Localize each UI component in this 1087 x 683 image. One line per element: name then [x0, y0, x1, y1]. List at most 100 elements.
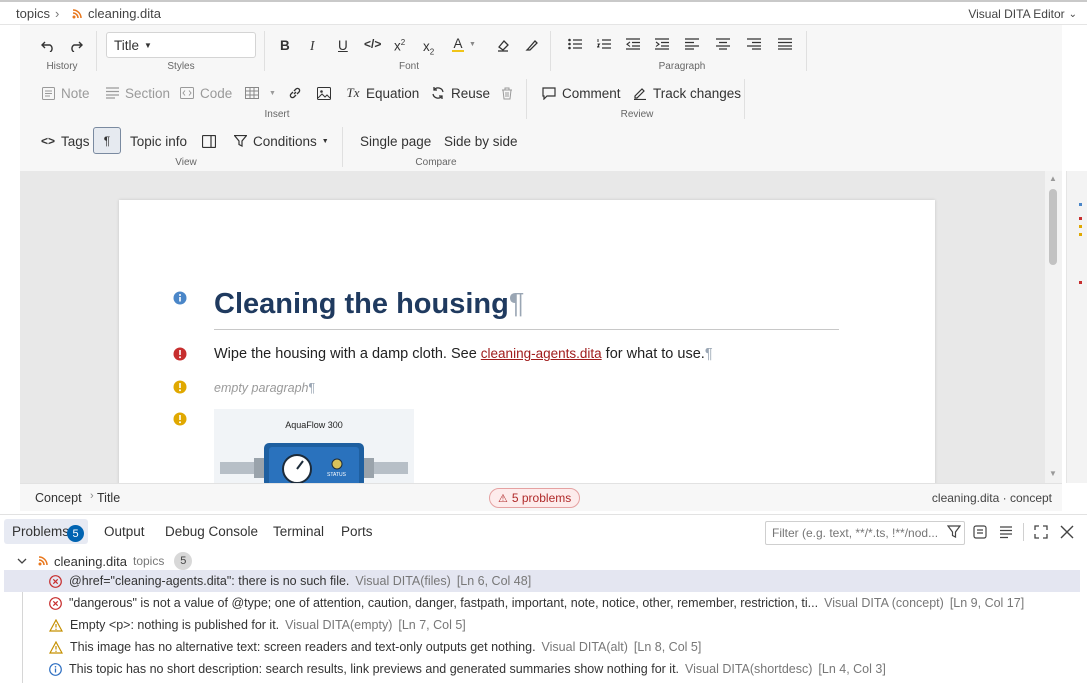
- chevron-down-icon: ⌄: [1068, 8, 1077, 20]
- indent-button[interactable]: [655, 38, 669, 50]
- scroll-down-icon[interactable]: ▼: [1049, 469, 1057, 478]
- collapse-all-icon[interactable]: [973, 525, 987, 539]
- outdent-button[interactable]: [626, 38, 640, 50]
- font-color-button[interactable]: A ▼: [452, 36, 476, 52]
- filter-icon[interactable]: [947, 525, 961, 539]
- subscript-button[interactable]: x2: [423, 39, 434, 57]
- reuse-button[interactable]: Reuse: [430, 85, 490, 101]
- align-left-button[interactable]: [685, 38, 699, 50]
- scrollbar-thumb[interactable]: [1049, 189, 1057, 265]
- justify-button[interactable]: [778, 38, 792, 50]
- paragraph[interactable]: Wipe the housing with a damp cloth. See …: [214, 346, 713, 362]
- editor-scrollbar[interactable]: ▲ ▼: [1045, 171, 1062, 483]
- divider: [1023, 523, 1024, 541]
- problem-row[interactable]: This image has no alternative text: scre…: [4, 636, 1080, 658]
- editor-canvas: Cleaning the housing¶ Wipe the housing w…: [20, 171, 1062, 483]
- problems-filter-input[interactable]: [765, 521, 965, 545]
- problems-file-group[interactable]: cleaning.dita topics 5: [16, 551, 193, 571]
- section-icon: [104, 85, 120, 101]
- side-panel-toggle[interactable]: [201, 133, 217, 149]
- insert-section-button[interactable]: Section: [104, 85, 170, 101]
- problem-message: This image has no alternative text: scre…: [70, 640, 536, 654]
- scroll-up-icon[interactable]: ▲: [1049, 174, 1057, 183]
- equation-icon: Tx: [346, 85, 360, 100]
- insert-equation-button[interactable]: Tx Equation: [345, 85, 420, 101]
- underline-button[interactable]: U: [338, 38, 348, 53]
- topic-title[interactable]: Cleaning the housing¶: [214, 288, 524, 321]
- problem-row[interactable]: @href="cleaning-agents.dita": there is n…: [4, 570, 1080, 592]
- problem-message: @href="cleaning-agents.dita": there is n…: [69, 574, 350, 588]
- tab-terminal[interactable]: Terminal: [273, 524, 324, 539]
- delete-button[interactable]: [499, 85, 515, 101]
- overview-ruler[interactable]: [1066, 171, 1087, 483]
- insert-link-button[interactable]: [287, 85, 303, 101]
- insert-image-button[interactable]: [316, 85, 332, 101]
- single-page-button[interactable]: Single page: [360, 134, 431, 149]
- conditions-button[interactable]: Conditions ▼: [232, 133, 329, 149]
- bullet-list-button[interactable]: [568, 38, 582, 50]
- insert-table-button[interactable]: ▼: [244, 85, 276, 101]
- problem-row[interactable]: This topic has no short description: sea…: [4, 658, 1080, 680]
- highlight-button[interactable]: [496, 38, 510, 52]
- pencil-icon: [632, 85, 648, 101]
- problems-badge[interactable]: ⚠ 5 problems: [489, 488, 581, 508]
- warning-marker-icon[interactable]: [173, 380, 187, 394]
- breadcrumb-file[interactable]: cleaning.dita: [88, 6, 161, 21]
- redo-button[interactable]: [68, 38, 84, 54]
- topic-info-button[interactable]: Topic info: [130, 134, 187, 149]
- editor-switcher[interactable]: Visual DITA Editor ⌄: [968, 7, 1077, 21]
- insert-note-button[interactable]: Note: [40, 85, 90, 101]
- warning-marker-icon[interactable]: [173, 412, 187, 426]
- align-right-button[interactable]: [747, 38, 761, 50]
- divider: [96, 31, 97, 71]
- clear-format-button[interactable]: [525, 38, 539, 52]
- bold-button[interactable]: B: [280, 38, 290, 53]
- inline-code-button[interactable]: </>: [364, 37, 381, 51]
- bold-icon: B: [280, 38, 290, 53]
- side-by-side-button[interactable]: Side by side: [444, 134, 518, 149]
- error-marker-icon[interactable]: [173, 347, 187, 361]
- numbered-list-button[interactable]: [597, 38, 611, 50]
- italic-button[interactable]: I: [310, 38, 315, 54]
- tab-output[interactable]: Output: [104, 524, 145, 539]
- show-formatting-toggle[interactable]: ¶: [93, 127, 121, 154]
- info-marker-icon[interactable]: [173, 291, 187, 305]
- filter-icon: [232, 133, 248, 149]
- align-center-button[interactable]: [716, 38, 730, 50]
- undo-button[interactable]: [40, 38, 56, 54]
- chevron-right-icon: ›: [90, 490, 94, 502]
- status-crumb-concept[interactable]: Concept: [35, 491, 82, 505]
- breadcrumb-chevron-icon: ›: [55, 6, 60, 21]
- tab-problems[interactable]: Problems: [12, 524, 69, 539]
- caret-down-icon: ▼: [469, 40, 476, 48]
- tags-button[interactable]: <> Tags: [40, 133, 90, 149]
- tab-ports[interactable]: Ports: [341, 524, 373, 539]
- problem-row[interactable]: "dangerous" is not a value of @type; one…: [4, 592, 1080, 614]
- status-crumb-title[interactable]: Title: [97, 491, 120, 505]
- track-changes-button[interactable]: Track changes: [632, 85, 741, 101]
- superscript-button[interactable]: x2: [394, 38, 405, 54]
- view-as-list-icon[interactable]: [999, 525, 1013, 539]
- document-page[interactable]: Cleaning the housing¶ Wipe the housing w…: [119, 200, 935, 483]
- maximize-panel-icon[interactable]: [1034, 525, 1048, 539]
- comment-button[interactable]: Comment: [541, 85, 621, 101]
- history-group-label: History: [46, 61, 78, 72]
- breadcrumb-folder[interactable]: topics: [16, 6, 50, 21]
- ruler-warning-mark: [1079, 233, 1082, 236]
- insert-section-label: Section: [125, 85, 171, 101]
- tab-debug-console[interactable]: Debug Console: [165, 524, 258, 539]
- problem-row[interactable]: Empty <p>: nothing is published for it. …: [4, 614, 1080, 636]
- status-label: STATUS: [327, 472, 346, 478]
- view-group-label: View: [175, 157, 197, 168]
- insert-code-button[interactable]: Code: [179, 85, 232, 101]
- problems-file-count: 5: [174, 552, 193, 570]
- style-select[interactable]: Title ▼: [106, 32, 256, 58]
- top-breadcrumb-bar: topics › cleaning.dita Visual DITA Edito…: [0, 0, 1087, 25]
- reuse-label: Reuse: [451, 85, 491, 101]
- product-image[interactable]: AquaFlow 300 STATUS: [214, 409, 414, 483]
- broken-xref-link[interactable]: cleaning-agents.dita: [481, 346, 602, 361]
- empty-paragraph[interactable]: empty paragraph¶: [214, 381, 315, 395]
- font-group-label: Font: [398, 61, 419, 72]
- close-panel-icon[interactable]: [1060, 525, 1074, 539]
- problem-location: [Ln 4, Col 3]: [818, 662, 886, 676]
